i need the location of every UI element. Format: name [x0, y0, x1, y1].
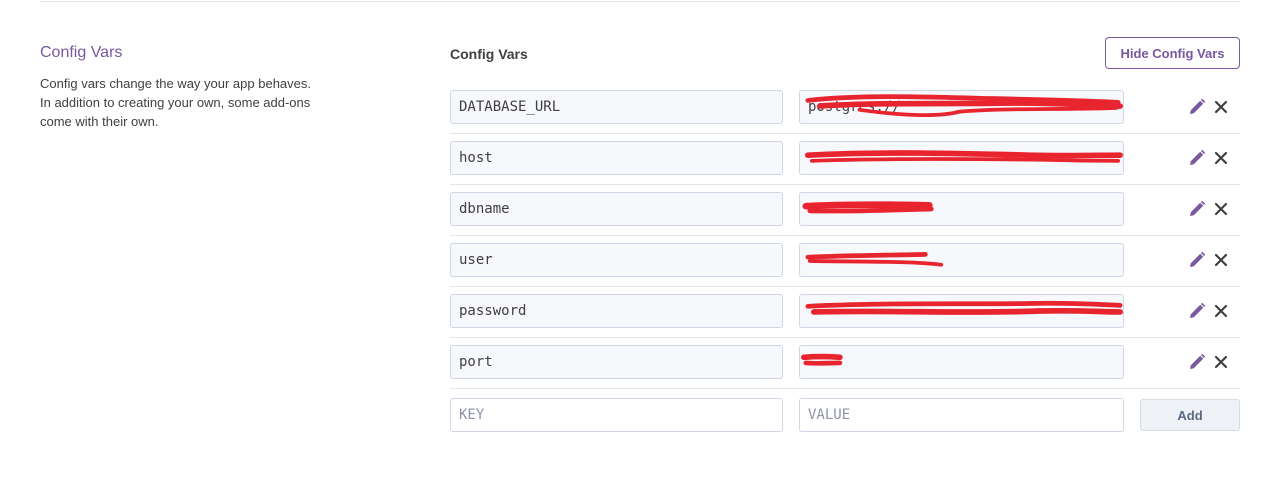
pencil-icon[interactable] — [1188, 149, 1206, 167]
pencil-icon[interactable] — [1188, 302, 1206, 320]
new-config-var-row: Add — [450, 389, 1240, 439]
add-config-var-button[interactable]: Add — [1140, 399, 1240, 431]
redaction-scribble — [804, 150, 1123, 163]
redaction-scribble — [800, 353, 843, 366]
config-var-value[interactable] — [799, 243, 1124, 277]
config-var-key[interactable]: port — [450, 345, 783, 379]
config-var-row: dbname — [450, 185, 1240, 236]
config-var-value[interactable] — [799, 294, 1124, 328]
config-var-key[interactable]: dbname — [450, 192, 783, 226]
redaction-scribble — [805, 252, 944, 267]
config-var-value[interactable]: postgres:// — [799, 90, 1124, 124]
pencil-icon[interactable] — [1188, 353, 1206, 371]
config-var-value[interactable] — [799, 141, 1124, 175]
new-value-input[interactable] — [799, 398, 1124, 432]
close-icon[interactable] — [1212, 149, 1230, 167]
close-icon[interactable] — [1212, 200, 1230, 218]
redaction-scribble — [805, 300, 1123, 315]
config-var-value-text: postgres:// — [808, 99, 901, 115]
config-var-key[interactable]: DATABASE_URL — [450, 90, 783, 124]
pencil-icon[interactable] — [1188, 251, 1206, 269]
close-icon[interactable] — [1212, 302, 1230, 320]
config-vars-list: DATABASE_URL postgres:// host dbname use… — [450, 83, 1240, 439]
redaction-scribble — [802, 201, 934, 214]
section-title: Config Vars — [40, 44, 123, 61]
config-var-row: user — [450, 236, 1240, 287]
config-var-row: password — [450, 287, 1240, 338]
hide-config-vars-button[interactable]: Hide Config Vars — [1105, 37, 1240, 69]
pencil-icon[interactable] — [1188, 98, 1206, 116]
config-var-key[interactable]: password — [450, 294, 783, 328]
config-var-key[interactable]: host — [450, 141, 783, 175]
config-var-value[interactable] — [799, 192, 1124, 226]
config-var-row: host — [450, 134, 1240, 185]
config-var-value[interactable] — [799, 345, 1124, 379]
config-var-key[interactable]: user — [450, 243, 783, 277]
config-var-row: DATABASE_URL postgres:// — [450, 83, 1240, 134]
top-divider — [40, 1, 1240, 2]
close-icon[interactable] — [1212, 251, 1230, 269]
section-description: Config vars change the way your app beha… — [40, 76, 312, 129]
config-var-row: port — [450, 338, 1240, 389]
config-vars-heading: Config Vars — [450, 46, 528, 62]
pencil-icon[interactable] — [1188, 200, 1206, 218]
close-icon[interactable] — [1212, 98, 1230, 116]
close-icon[interactable] — [1212, 353, 1230, 371]
new-key-input[interactable] — [450, 398, 783, 432]
